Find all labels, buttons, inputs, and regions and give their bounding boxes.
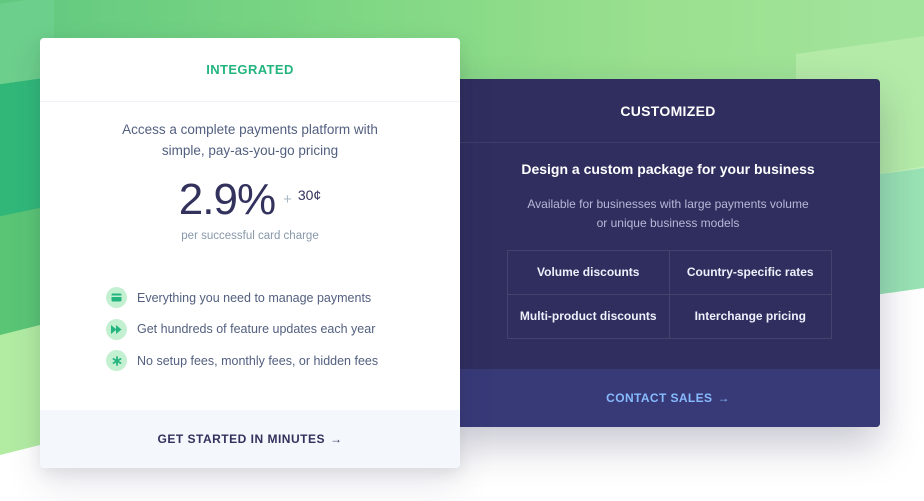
customized-description-line: or unique business models [596, 216, 740, 230]
plus-sign: + [283, 191, 292, 208]
fixed-fee-price: 30¢ [297, 187, 322, 203]
custom-features-grid: Volume discounts Country-specific rates … [507, 250, 832, 339]
benefit-item: Get hundreds of feature updates each yea… [106, 314, 378, 346]
arrow-right-icon: → [717, 391, 730, 405]
integrated-subtitle-line: simple, pay-as-you-go pricing [161, 143, 339, 158]
integrated-plan-card: INTEGRATED Access a complete payments pl… [40, 38, 460, 468]
customized-title: Design a custom package for your busines… [521, 161, 815, 177]
customized-description-line: Available for businesses with large paym… [527, 197, 809, 211]
price-row: 2.9% + 30¢ [40, 175, 460, 225]
customized-heading: CUSTOMIZED [446, 79, 880, 143]
benefit-label: Everything you need to manage payments [137, 290, 372, 305]
feature-interchange-pricing: Interchange pricing [694, 309, 806, 324]
benefit-item: No setup fees, monthly fees, or hidden f… [106, 345, 378, 377]
price-note: per successful card charge [181, 230, 319, 242]
fast-forward-icon [106, 318, 127, 340]
integrated-subtitle-line: Access a complete payments platform with [122, 122, 378, 137]
get-started-button[interactable]: GET STARTED IN MINUTES → [40, 410, 460, 468]
feature-multi-product-discounts: Multi-product discounts [508, 294, 670, 338]
feature-volume-discounts: Volume discounts [508, 251, 670, 295]
contact-sales-label: CONTACT SALES [606, 391, 713, 405]
feature-country-specific-rates: Country-specific rates [669, 251, 831, 295]
get-started-label: GET STARTED IN MINUTES [157, 432, 325, 446]
card-icon [106, 287, 127, 309]
contact-sales-button[interactable]: CONTACT SALES → [446, 369, 880, 427]
integrated-heading: INTEGRATED [40, 38, 460, 102]
customized-description: Available for businesses with large paym… [513, 195, 813, 233]
integrated-subtitle: Access a complete payments platform with… [40, 119, 460, 161]
customized-plan-card: CUSTOMIZED Design a custom package for y… [446, 79, 880, 427]
percentage-price: 2.9% [178, 175, 276, 224]
asterisk-icon [106, 350, 127, 372]
benefit-label: No setup fees, monthly fees, or hidden f… [137, 353, 379, 368]
benefits-list: Everything you need to manage payments G… [106, 282, 378, 377]
benefit-item: Everything you need to manage payments [106, 282, 378, 314]
arrow-right-icon: → [329, 432, 343, 446]
benefit-label: Get hundreds of feature updates each yea… [137, 322, 376, 337]
